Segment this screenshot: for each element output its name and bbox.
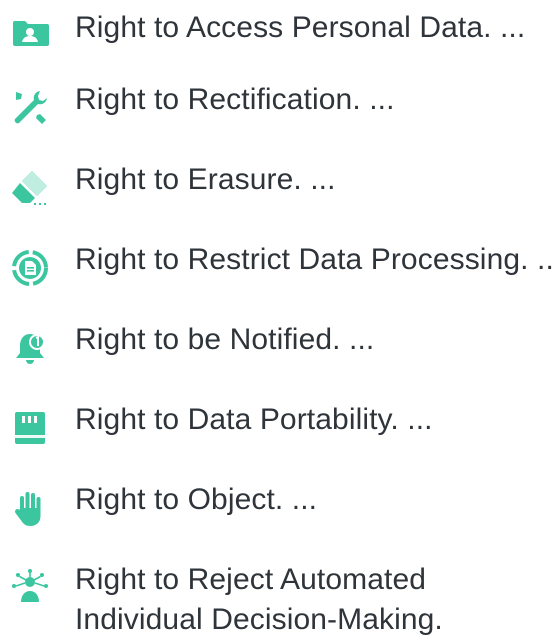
person-folder-icon [10, 12, 50, 52]
list-item-rectification: Right to Rectification. ... [0, 80, 555, 140]
list-item-object: Right to Object. ... [0, 480, 555, 540]
item-label: Right to Erasure. ... [75, 163, 336, 196]
automation-person-icon [10, 568, 50, 608]
notification-bell-icon [10, 328, 50, 368]
hand-icon [10, 488, 50, 528]
item-label: Right to be Notified. ... [75, 323, 375, 356]
list-item-restrict: Right to Restrict Data Processing. ... [0, 240, 555, 300]
rights-list: Right to Access Personal Data. ... Right… [0, 0, 555, 637]
eraser-icon [10, 168, 50, 208]
item-label: Right to Data Portability. ... [75, 403, 433, 436]
list-item-notified: Right to be Notified. ... [0, 320, 555, 380]
item-label: Right to Reject Automated Individual Dec… [75, 563, 443, 636]
tools-icon [10, 88, 50, 128]
sd-card-icon [10, 408, 50, 448]
item-label: Right to Rectification. ... [75, 83, 395, 116]
item-label: Right to Access Personal Data. ... [75, 11, 526, 44]
restrict-document-icon [10, 248, 50, 288]
list-item-erasure: Right to Erasure. ... [0, 160, 555, 220]
list-item-access: Right to Access Personal Data. ... [0, 8, 555, 68]
item-label: Right to Restrict Data Processing. ... [75, 243, 555, 276]
item-label: Right to Object. ... [75, 483, 318, 516]
list-item-automated: Right to Reject Automated Individual Dec… [0, 560, 555, 640]
list-item-portability: Right to Data Portability. ... [0, 400, 555, 460]
